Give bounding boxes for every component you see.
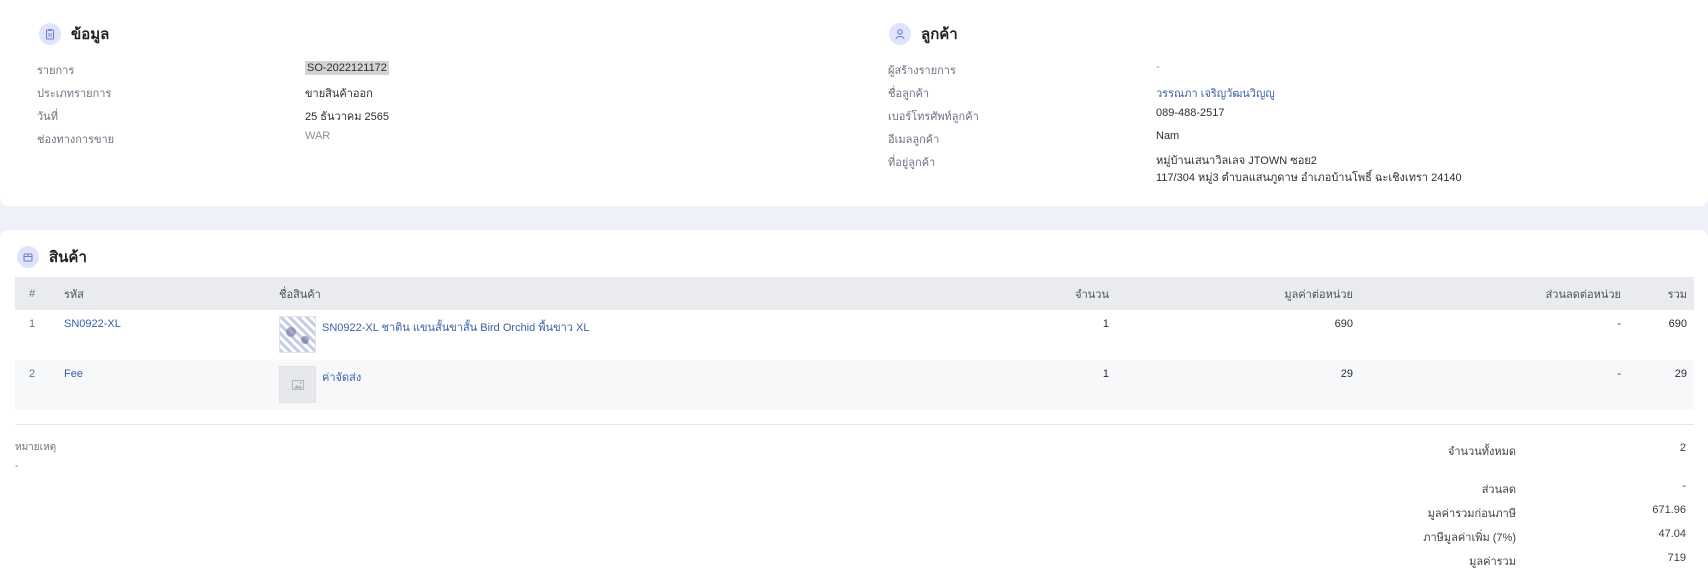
info-section-title: ข้อมูล — [71, 26, 110, 43]
row-unit-discount: - — [1617, 318, 1621, 330]
product-thumbnail[interactable] — [279, 316, 316, 353]
table-header-row: # รหัส ชื่อสินค้า จำนวน มูลค่าต่อหน่วย ส… — [15, 277, 1694, 310]
products-section-header: สินค้า — [17, 245, 87, 269]
product-code-link[interactable]: Fee — [64, 368, 83, 380]
image-placeholder-icon — [279, 366, 316, 403]
row-unit-price: 690 — [1334, 318, 1353, 330]
summary-total-qty: จำนวนทั้งหมด 2 — [1216, 442, 1686, 460]
col-code: รหัส — [64, 288, 84, 301]
summary-subtotal: มูลค่ารวมก่อนภาษี 671.96 — [1216, 504, 1686, 522]
col-unit-discount: ส่วนลดต่อหน่วย — [1545, 288, 1621, 301]
summary-value: 719 — [1667, 552, 1686, 564]
note-label: หมายเหตุ — [15, 442, 57, 453]
clipboard-icon — [39, 23, 61, 45]
row-index: 2 — [28, 368, 36, 380]
row-total: 690 — [1668, 318, 1687, 330]
customer-section-title: ลูกค้า — [921, 26, 958, 43]
info-section-header: ข้อมูล — [39, 22, 109, 46]
customer-email-value: Nam — [1156, 130, 1180, 142]
user-icon — [889, 23, 911, 45]
col-qty: จำนวน — [1075, 288, 1109, 301]
customer-address-line1: หมู่บ้านเสนาวิลเลจ JTOWN ซอย2 — [1156, 155, 1317, 167]
order-number-value[interactable]: SO-2022121172 — [305, 61, 389, 75]
summary-grand-total: มูลค่ารวม 719 — [1216, 552, 1686, 570]
summary-value: - — [1682, 480, 1686, 492]
customer-label-phone: เบอร์โทรศัพท์ลูกค้า — [888, 111, 979, 123]
customer-labels: ผู้สร้างรายการ ชื่อลูกค้า เบอร์โทรศัพท์ล… — [888, 61, 979, 176]
customer-label-creator: ผู้สร้างรายการ — [888, 65, 956, 77]
col-total: รวม — [1667, 288, 1687, 301]
table-row: 1 SN0922-XL SN0922-XL ชาติน แขนสั้นขาสั้… — [15, 310, 1694, 360]
order-info-card: ข้อมูล รายการ ประเภทรายการ วันที่ ช่องทา… — [0, 0, 1708, 206]
info-label-date: วันที่ — [37, 111, 58, 123]
products-card: สินค้า # รหัส ชื่อสินค้า จำนวน มูลค่าต่อ… — [0, 230, 1708, 585]
summary-label: ส่วนลด — [1481, 484, 1516, 496]
summary-label: มูลค่ารวมก่อนภาษี — [1427, 508, 1516, 520]
product-name-link[interactable]: ค่าจัดส่ง — [322, 366, 361, 386]
box-icon — [17, 246, 39, 268]
note-value: - — [15, 461, 19, 472]
summary-label: ภาษีมูลค่าเพิ่ม (7%) — [1423, 532, 1516, 544]
info-labels: รายการ ประเภทรายการ วันที่ ช่องทางการขาย — [37, 61, 114, 153]
product-name-link[interactable]: SN0922-XL ชาติน แขนสั้นขาสั้น Bird Orchi… — [322, 316, 589, 336]
customer-label-email: อีเมลลูกค้า — [888, 134, 940, 146]
row-unit-price: 29 — [1340, 368, 1353, 380]
summary-label: มูลค่ารวม — [1469, 556, 1516, 568]
order-type-value: ขายสินค้าออก — [305, 88, 373, 100]
summary-value: 47.04 — [1658, 528, 1686, 540]
products-table: # รหัส ชื่อสินค้า จำนวน มูลค่าต่อหน่วย ส… — [15, 277, 1694, 410]
row-qty: 1 — [1102, 368, 1109, 380]
col-unit-price: มูลค่าต่อหน่วย — [1284, 288, 1353, 301]
row-index: 1 — [28, 318, 36, 330]
customer-address-line2: 117/304 หมู่3 ตำบลแสนภูดาษ อำเภอบ้านโพธิ… — [1156, 172, 1462, 184]
table-row: 2 Fee ค่าจัดส่ง 1 29 - 29 — [15, 360, 1694, 410]
products-section-title: สินค้า — [49, 249, 87, 266]
customer-phone-value: 089-488-2517 — [1156, 107, 1225, 119]
summary-vat: ภาษีมูลค่าเพิ่ม (7%) 47.04 — [1216, 528, 1686, 546]
customer-section-header: ลูกค้า — [889, 22, 958, 46]
col-index: # — [28, 287, 36, 300]
info-label-channel: ช่องทางการขาย — [37, 134, 115, 146]
summary-label: จำนวนทั้งหมด — [1447, 446, 1516, 458]
info-label-order: รายการ — [37, 65, 75, 77]
creator-value: - — [1156, 61, 1160, 73]
customer-label-address: ที่อยู่ลูกค้า — [888, 157, 936, 169]
customer-label-name: ชื่อลูกค้า — [888, 88, 930, 100]
row-qty: 1 — [1102, 318, 1109, 330]
info-label-type: ประเภทรายการ — [37, 88, 112, 100]
row-unit-discount: - — [1617, 368, 1621, 380]
product-code-link[interactable]: SN0922-XL — [64, 318, 121, 330]
summary-discount: ส่วนลด - — [1216, 480, 1686, 498]
row-total: 29 — [1674, 368, 1687, 380]
customer-values: - วรรณภา เจริญวัฒนวิญญู 089-488-2517 Nam… — [1156, 61, 1462, 187]
info-values: SO-2022121172 ขายสินค้าออก 25 ธันวาคม 25… — [305, 61, 389, 153]
summary-value: 671.96 — [1652, 504, 1686, 516]
note-block: หมายเหตุ - — [15, 440, 56, 472]
order-date-value: 25 ธันวาคม 2565 — [305, 111, 390, 123]
customer-name-link[interactable]: วรรณภา เจริญวัฒนวิญญู — [1156, 84, 1275, 102]
table-divider — [15, 424, 1694, 425]
sales-channel-value: WAR — [305, 130, 331, 142]
col-name: ชื่อสินค้า — [279, 288, 321, 301]
summary-value: 2 — [1679, 442, 1686, 454]
